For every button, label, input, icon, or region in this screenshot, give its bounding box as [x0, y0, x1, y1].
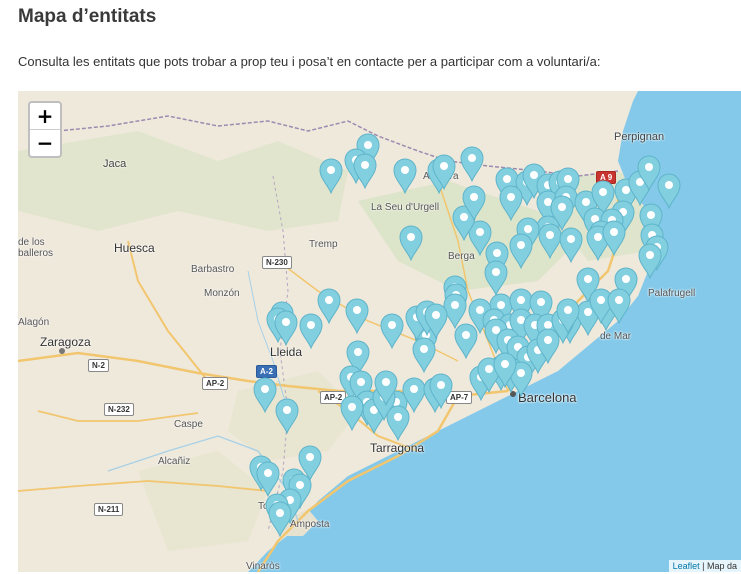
label-perpignan: Perpignan: [614, 131, 665, 143]
entity-marker-icon[interactable]: [319, 158, 343, 194]
label-caspe: Caspe: [174, 419, 203, 430]
entity-marker-icon[interactable]: [274, 310, 298, 346]
label-tarragona: Tarragona: [370, 441, 425, 455]
page-title: Mapa d’entitats: [18, 6, 157, 27]
attribution-text: Map da: [706, 561, 737, 571]
shield-n232: N-232: [104, 403, 134, 416]
entity-marker-icon[interactable]: [462, 185, 486, 221]
entity-marker-icon[interactable]: [253, 377, 277, 413]
entity-marker-icon[interactable]: [386, 405, 410, 441]
entity-marker-icon[interactable]: [556, 298, 580, 334]
entity-marker-icon[interactable]: [345, 298, 369, 334]
entities-map[interactable]: + − Perpignan Jaca La Seu d'Urgell Andor…: [18, 91, 741, 572]
label-vinaros: Vinaròs: [246, 561, 280, 572]
label-huesca: Huesca: [114, 241, 155, 255]
entity-marker-icon[interactable]: [638, 243, 662, 279]
entity-marker-icon[interactable]: [454, 323, 478, 359]
label-lleida: Lleida: [270, 345, 303, 359]
entity-marker-icon[interactable]: [602, 220, 626, 256]
label-alcaniz: Alcañiz: [158, 456, 191, 467]
intro-text: Consulta les entitats que pots trobar a …: [18, 54, 601, 69]
shield-ap2-a: AP-2: [202, 377, 229, 390]
entity-marker-icon[interactable]: [484, 260, 508, 296]
zoom-control: + −: [28, 101, 62, 158]
entity-marker-icon[interactable]: [256, 461, 280, 497]
label-monzon: Monzón: [204, 288, 240, 299]
label-de-los: de los: [18, 237, 45, 248]
shield-n230: N-230: [262, 256, 292, 269]
label-la-seu: La Seu d'Urgell: [371, 202, 440, 213]
leaflet-link[interactable]: Leaflet: [673, 561, 700, 571]
label-palafrugell: Palafrugell: [648, 288, 696, 299]
map-attribution: Leaflet | Map da: [668, 560, 741, 572]
entity-marker-icon[interactable]: [340, 395, 364, 431]
label-zaragoza: Zaragoza: [40, 335, 91, 349]
label-alagon: Alagón: [18, 317, 50, 328]
label-jaca: Jaca: [103, 158, 127, 170]
entity-marker-icon[interactable]: [380, 313, 404, 349]
attribution-separator: |: [699, 561, 707, 571]
zoom-out-button[interactable]: −: [30, 129, 60, 156]
entity-marker-icon[interactable]: [509, 233, 533, 269]
entity-marker-icon[interactable]: [268, 501, 292, 537]
label-balleros: balleros: [18, 248, 54, 259]
entity-marker-icon[interactable]: [412, 337, 436, 373]
entity-marker-icon[interactable]: [429, 373, 453, 409]
zoom-in-button[interactable]: +: [30, 103, 60, 129]
entity-marker-icon[interactable]: [353, 153, 377, 189]
entity-marker-icon[interactable]: [424, 303, 448, 339]
entity-marker-icon[interactable]: [432, 154, 456, 190]
entity-marker-icon[interactable]: [374, 370, 398, 406]
shield-n211: N-211: [94, 503, 124, 516]
entity-marker-icon[interactable]: [393, 158, 417, 194]
label-de-mar: de Mar: [600, 331, 632, 342]
entity-marker-icon[interactable]: [399, 225, 423, 261]
entity-marker-icon[interactable]: [299, 313, 323, 349]
entity-marker-icon[interactable]: [275, 398, 299, 434]
entity-marker-icon[interactable]: [499, 185, 523, 221]
label-tremp: Tremp: [309, 239, 338, 250]
entity-marker-icon[interactable]: [460, 146, 484, 182]
entity-marker-icon[interactable]: [607, 288, 631, 324]
shield-n2: N-2: [88, 359, 109, 372]
entity-marker-icon[interactable]: [493, 352, 517, 388]
entity-marker-icon[interactable]: [559, 227, 583, 263]
label-barbastro: Barbastro: [191, 264, 235, 275]
